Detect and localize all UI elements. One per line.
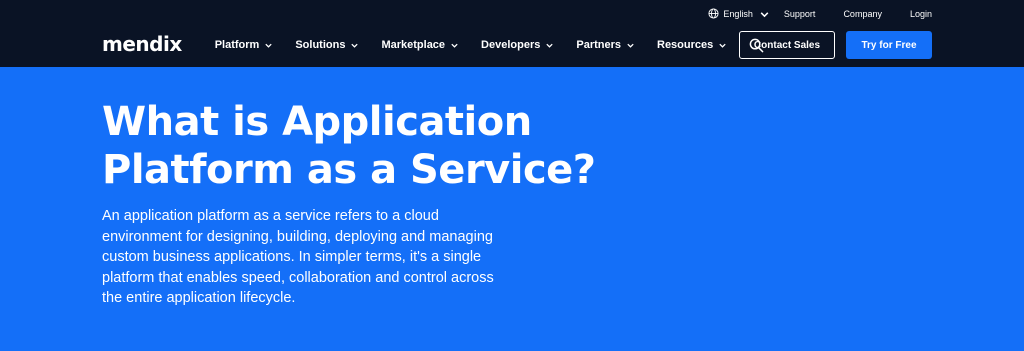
page-title: What is Application Platform as a Servic…: [102, 98, 622, 194]
title-line-2: Platform as a Service?: [102, 147, 596, 193]
nav-menu: Platform Solutions Marketplace Developer…: [215, 37, 766, 53]
chevron-down-icon: [760, 11, 769, 17]
hero-description: An application platform as a service ref…: [102, 208, 494, 306]
support-link[interactable]: Support: [784, 9, 816, 19]
language-selector[interactable]: English: [708, 7, 770, 21]
nav-item-developers[interactable]: Developers: [481, 39, 554, 51]
chevron-down-icon: [351, 43, 359, 48]
company-link[interactable]: Company: [843, 9, 882, 19]
utility-bar: English Support Company Login: [708, 6, 932, 22]
contact-sales-button[interactable]: Contact Sales: [739, 31, 835, 59]
mendix-logo[interactable]: mendix: [102, 32, 182, 56]
chevron-down-icon: [546, 43, 554, 48]
nav-item-label: Partners: [576, 39, 621, 51]
chevron-down-icon: [719, 43, 726, 48]
hero-section: What is Application Platform as a Servic…: [102, 98, 622, 309]
chevron-down-icon: [265, 43, 272, 48]
nav-item-label: Developers: [481, 39, 541, 51]
globe-icon: [708, 7, 719, 21]
nav-item-solutions[interactable]: Solutions: [295, 39, 359, 51]
nav-item-label: Platform: [214, 39, 260, 51]
chevron-down-icon: [451, 43, 458, 48]
title-line-1: What is Application: [102, 99, 532, 145]
nav-item-label: Solutions: [295, 39, 346, 51]
try-for-free-button[interactable]: Try for Free: [846, 31, 932, 59]
chevron-down-icon: [627, 43, 634, 48]
site-header: English Support Company Login mendix Pla…: [0, 0, 1024, 67]
nav-item-platform[interactable]: Platform: [215, 39, 274, 51]
nav-item-label: Resources: [657, 39, 714, 51]
nav-item-resources[interactable]: Resources: [657, 39, 727, 51]
language-label: English: [723, 9, 753, 19]
nav-item-label: Marketplace: [381, 39, 446, 51]
nav-item-partners[interactable]: Partners: [576, 39, 635, 51]
main-nav: mendix Platform Solutions Marketplace De…: [102, 31, 932, 59]
login-link[interactable]: Login: [910, 9, 932, 19]
nav-item-marketplace[interactable]: Marketplace: [381, 39, 459, 51]
